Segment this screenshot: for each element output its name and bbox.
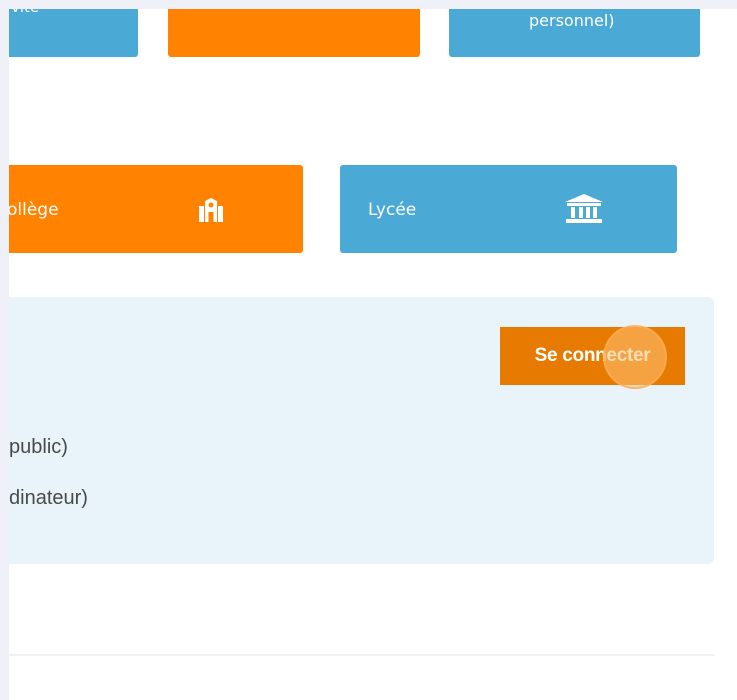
tile-college-label: ollège <box>9 200 59 220</box>
tile-vite-label: vite <box>11 9 39 16</box>
tile-college[interactable]: ollège <box>9 165 303 253</box>
school-building-icon <box>189 198 233 226</box>
tile-lycee-label: Lycée <box>368 200 417 220</box>
tile-lycee[interactable]: Lycée <box>340 165 677 253</box>
click-highlight-ring <box>603 325 667 389</box>
tile-orange-top[interactable] <box>168 9 420 57</box>
page: vite personnel) ollège Lycée <box>9 9 737 700</box>
tile-vite[interactable]: vite <box>9 9 138 57</box>
institution-columns-icon <box>564 194 604 228</box>
tile-personnel[interactable]: personnel) <box>449 9 700 57</box>
panel-text-public: public) <box>9 436 68 458</box>
window-top-strip <box>0 0 737 9</box>
section-divider <box>9 654 715 656</box>
panel-text-ordinateur: dinateur) <box>9 487 88 509</box>
tile-personnel-label: personnel) <box>529 11 615 30</box>
